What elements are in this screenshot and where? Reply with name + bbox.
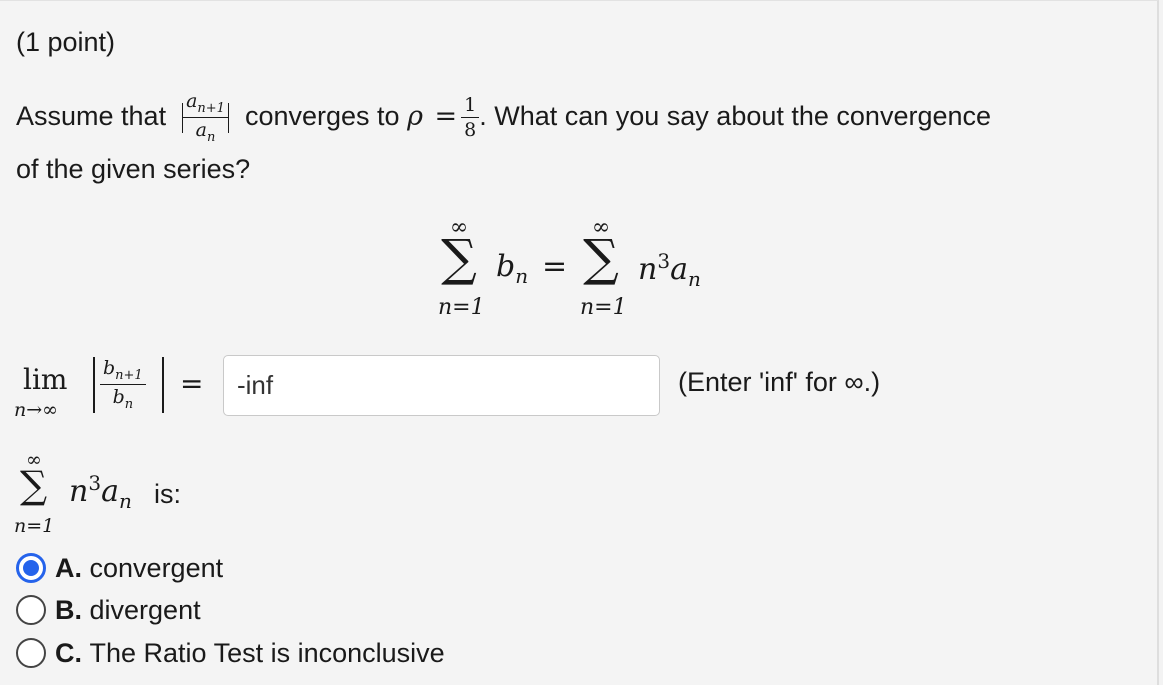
option-a[interactable]: A. convergent	[16, 548, 223, 588]
rhs-exp: 3	[657, 249, 671, 273]
sq-term: n3an	[69, 471, 132, 513]
option-b-letter: B.	[55, 594, 82, 625]
option-c[interactable]: C. The Ratio Test is inconclusive	[16, 633, 445, 673]
rho-den: 8	[464, 118, 477, 141]
limit-expression: lim n→∞ bn+1 bn =	[14, 353, 219, 423]
sq-bottom: n=1	[14, 515, 55, 537]
series-equals: =	[542, 249, 568, 284]
question-line2: of the given series?	[16, 153, 251, 184]
option-c-letter: C.	[55, 637, 82, 668]
sum-left: ∞ ∑ n=1	[438, 211, 485, 321]
sq-sub: n	[118, 489, 132, 513]
limit-den-sub: n	[124, 396, 134, 412]
limit-equals: =	[180, 367, 204, 400]
limit-fraction: bn+1 bn	[100, 359, 146, 411]
sq-exp: 3	[88, 471, 102, 495]
sigma-icon: ∑	[441, 229, 477, 287]
radio-a[interactable]	[16, 553, 46, 583]
ratio-num: a	[186, 90, 198, 113]
rho-symbol: ρ	[407, 101, 423, 132]
points-label: (1 point)	[16, 27, 116, 57]
question-text: Assume that an+1 an converges to ρ = 1 8. W…	[16, 91, 1146, 194]
sq-base: n	[69, 474, 89, 509]
series-rhs: n3an	[638, 249, 701, 291]
option-b-text: divergent	[89, 594, 201, 625]
ratio-den-sub: n	[207, 129, 216, 145]
lhs-term: b	[496, 249, 516, 284]
sum-right: ∞ ∑ n=1	[580, 211, 627, 321]
rho-num: 1	[461, 95, 480, 118]
sigma-icon: ∑	[583, 229, 619, 287]
option-b[interactable]: B. divergent	[16, 590, 201, 630]
limit-num: b	[103, 357, 116, 379]
limit-answer-input[interactable]	[223, 355, 660, 416]
problem-panel: (1 point) Assume that an+1 an converges t…	[0, 0, 1159, 685]
sq-a: a	[101, 474, 119, 509]
abs-bar-left	[93, 357, 95, 413]
limit-den: b	[112, 385, 125, 408]
rho-fraction: 18	[461, 95, 480, 141]
option-a-text: convergent	[89, 552, 224, 583]
question-middle: converges to	[244, 101, 400, 131]
series-equation: ∞ ∑ n=1 bn = ∞ ∑ n=1 n3an	[438, 211, 738, 331]
rhs-base: n	[638, 252, 658, 287]
sum-right-bottom: n=1	[580, 295, 627, 320]
rhs-sub: n	[687, 267, 701, 291]
series-question: ∞ ∑ n=1 n3an is:	[14, 449, 254, 545]
radio-c[interactable]	[16, 638, 46, 668]
rho-equals: =	[434, 101, 458, 132]
sigma-icon: ∑	[20, 463, 48, 507]
question-suffix: . What can you say about the convergence	[479, 101, 992, 131]
option-a-letter: A.	[55, 552, 82, 583]
rhs-a: a	[670, 252, 688, 287]
abs-bar-right	[162, 357, 164, 413]
ratio-den: a	[195, 118, 207, 141]
lhs-sub: n	[515, 264, 529, 288]
sq-suffix: is:	[154, 479, 181, 509]
sum-left-bottom: n=1	[438, 295, 485, 320]
ratio-fraction: an+1 an	[183, 92, 228, 144]
ratio-num-sub: n+1	[197, 100, 225, 116]
lim-word: lim	[23, 363, 68, 396]
question-prefix: Assume that	[16, 101, 167, 131]
abs-bar-right	[227, 102, 230, 133]
radio-b[interactable]	[16, 595, 46, 625]
option-c-text: The Ratio Test is inconclusive	[89, 637, 445, 668]
limit-num-sub: n+1	[115, 367, 143, 383]
hint-text: (Enter 'inf' for ∞.)	[678, 367, 881, 397]
series-lhs: bn	[496, 249, 528, 288]
lim-under: n→∞	[14, 399, 58, 421]
